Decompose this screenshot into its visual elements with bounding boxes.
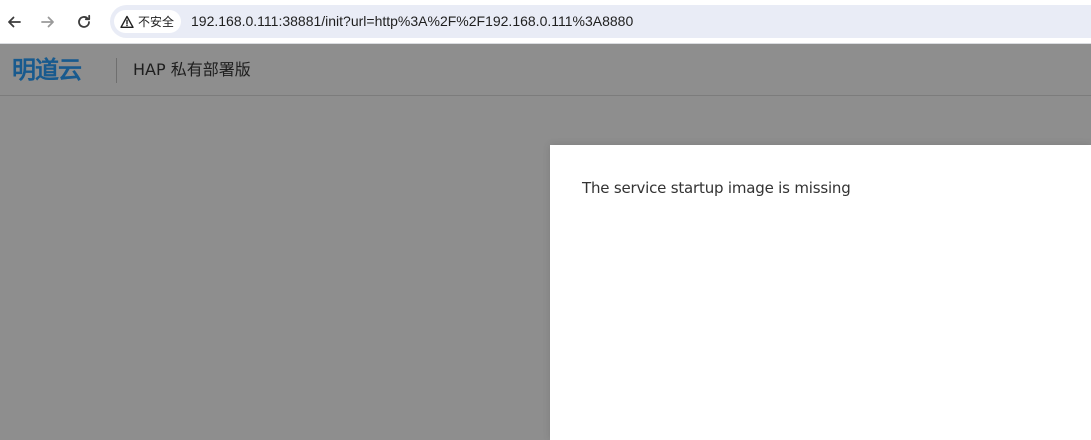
address-bar[interactable]: 不安全 192.168.0.111:38881/init?url=http%3A… <box>110 5 1091 38</box>
security-label: 不安全 <box>138 15 175 29</box>
browser-toolbar: 不安全 192.168.0.111:38881/init?url=http%3A… <box>0 0 1091 44</box>
warning-triangle-icon <box>120 15 134 28</box>
product-name: HAP 私有部署版 <box>133 60 251 79</box>
back-button[interactable] <box>0 8 28 36</box>
arrow-left-icon <box>8 16 21 28</box>
reload-button[interactable] <box>70 8 98 36</box>
error-message: The service startup image is missing <box>582 179 851 197</box>
security-indicator[interactable]: 不安全 <box>114 10 182 33</box>
forward-button[interactable] <box>34 8 62 36</box>
arrow-right-icon <box>41 16 54 28</box>
logo[interactable]: 明道云 <box>12 52 82 88</box>
url-text[interactable]: 192.168.0.111:38881/init?url=http%3A%2F%… <box>191 5 633 38</box>
reload-icon <box>78 14 91 28</box>
app-header: 明道云 HAP 私有部署版 <box>0 44 1091 96</box>
header-divider <box>116 58 117 83</box>
error-dialog: The service startup image is missing <box>550 145 1091 440</box>
